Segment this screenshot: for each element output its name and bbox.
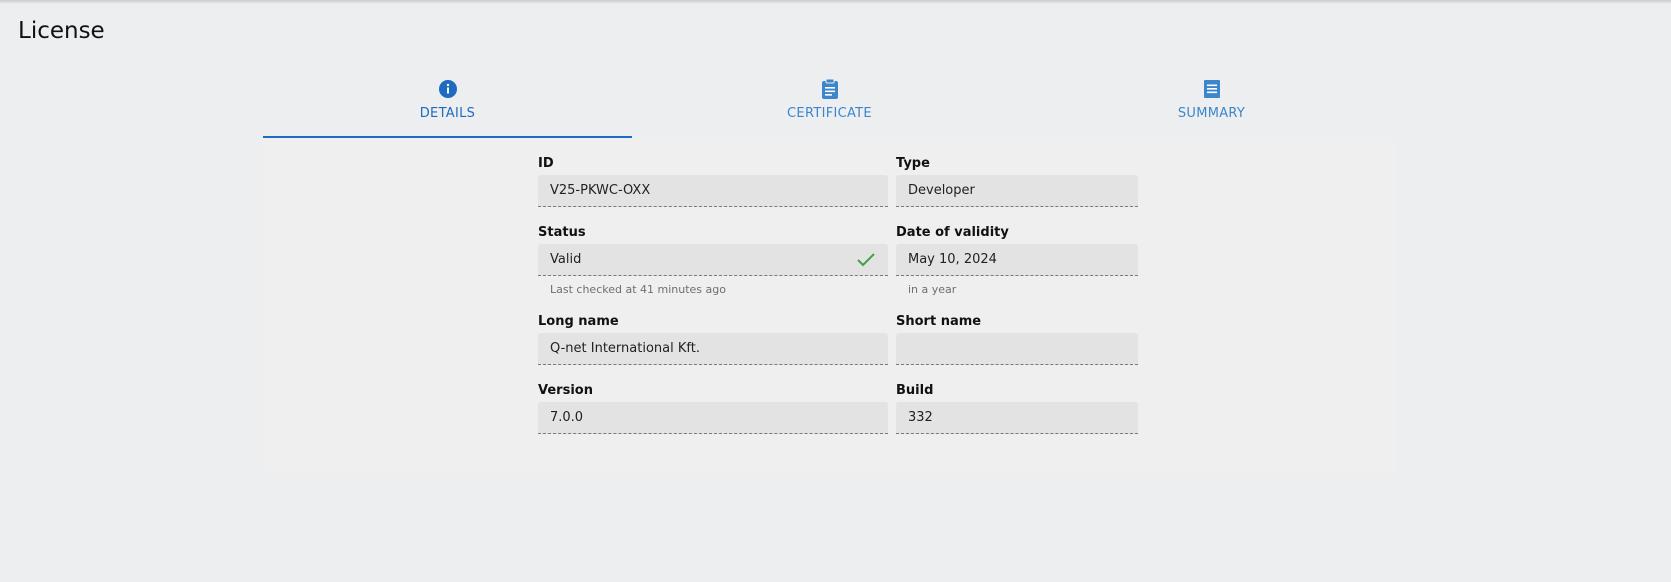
status-value: Valid: [550, 252, 582, 267]
tab-summary[interactable]: SUMMARY: [1027, 74, 1396, 138]
version-field[interactable]: 7.0.0: [538, 402, 888, 434]
status-field[interactable]: Valid: [538, 244, 888, 276]
short-name-field[interactable]: [896, 333, 1138, 365]
version-label: Version: [538, 383, 593, 398]
validity-label: Date of validity: [896, 225, 1009, 240]
id-field[interactable]: V25-PKWC-OXX: [538, 175, 888, 207]
long-name-value: Q-net International Kft.: [550, 341, 700, 356]
type-field[interactable]: Developer: [896, 175, 1138, 207]
status-label: Status: [538, 225, 586, 240]
info-icon: [438, 77, 458, 101]
tab-details[interactable]: DETAILS: [263, 74, 632, 138]
validity-field[interactable]: May 10, 2024: [896, 244, 1138, 276]
status-hint: Last checked at 41 minutes ago: [550, 283, 726, 296]
tab-label: SUMMARY: [1177, 106, 1246, 121]
document-icon: [1202, 77, 1222, 101]
check-icon: [856, 251, 876, 273]
tab-label: CERTIFICATE: [787, 106, 872, 121]
tab-certificate[interactable]: CERTIFICATE: [645, 74, 1014, 138]
type-value: Developer: [908, 183, 975, 198]
build-value: 332: [908, 410, 933, 425]
clipboard-icon: [820, 77, 840, 101]
type-label: Type: [896, 156, 930, 171]
build-field[interactable]: 332: [896, 402, 1138, 434]
id-label: ID: [538, 156, 554, 171]
version-value: 7.0.0: [550, 410, 584, 425]
long-name-label: Long name: [538, 314, 619, 329]
long-name-field[interactable]: Q-net International Kft.: [538, 333, 888, 365]
tab-label: DETAILS: [419, 106, 476, 121]
id-value: V25-PKWC-OXX: [550, 183, 651, 198]
short-name-label: Short name: [896, 314, 982, 329]
top-shadow-bar: [0, 0, 1671, 4]
validity-hint: in a year: [908, 283, 957, 296]
build-label: Build: [896, 383, 934, 398]
active-tab-indicator: [263, 136, 632, 138]
page-title: License: [18, 18, 105, 44]
tab-bar: DETAILS CERTIFICATE SUMMARY: [263, 74, 1396, 138]
validity-value: May 10, 2024: [908, 252, 997, 267]
